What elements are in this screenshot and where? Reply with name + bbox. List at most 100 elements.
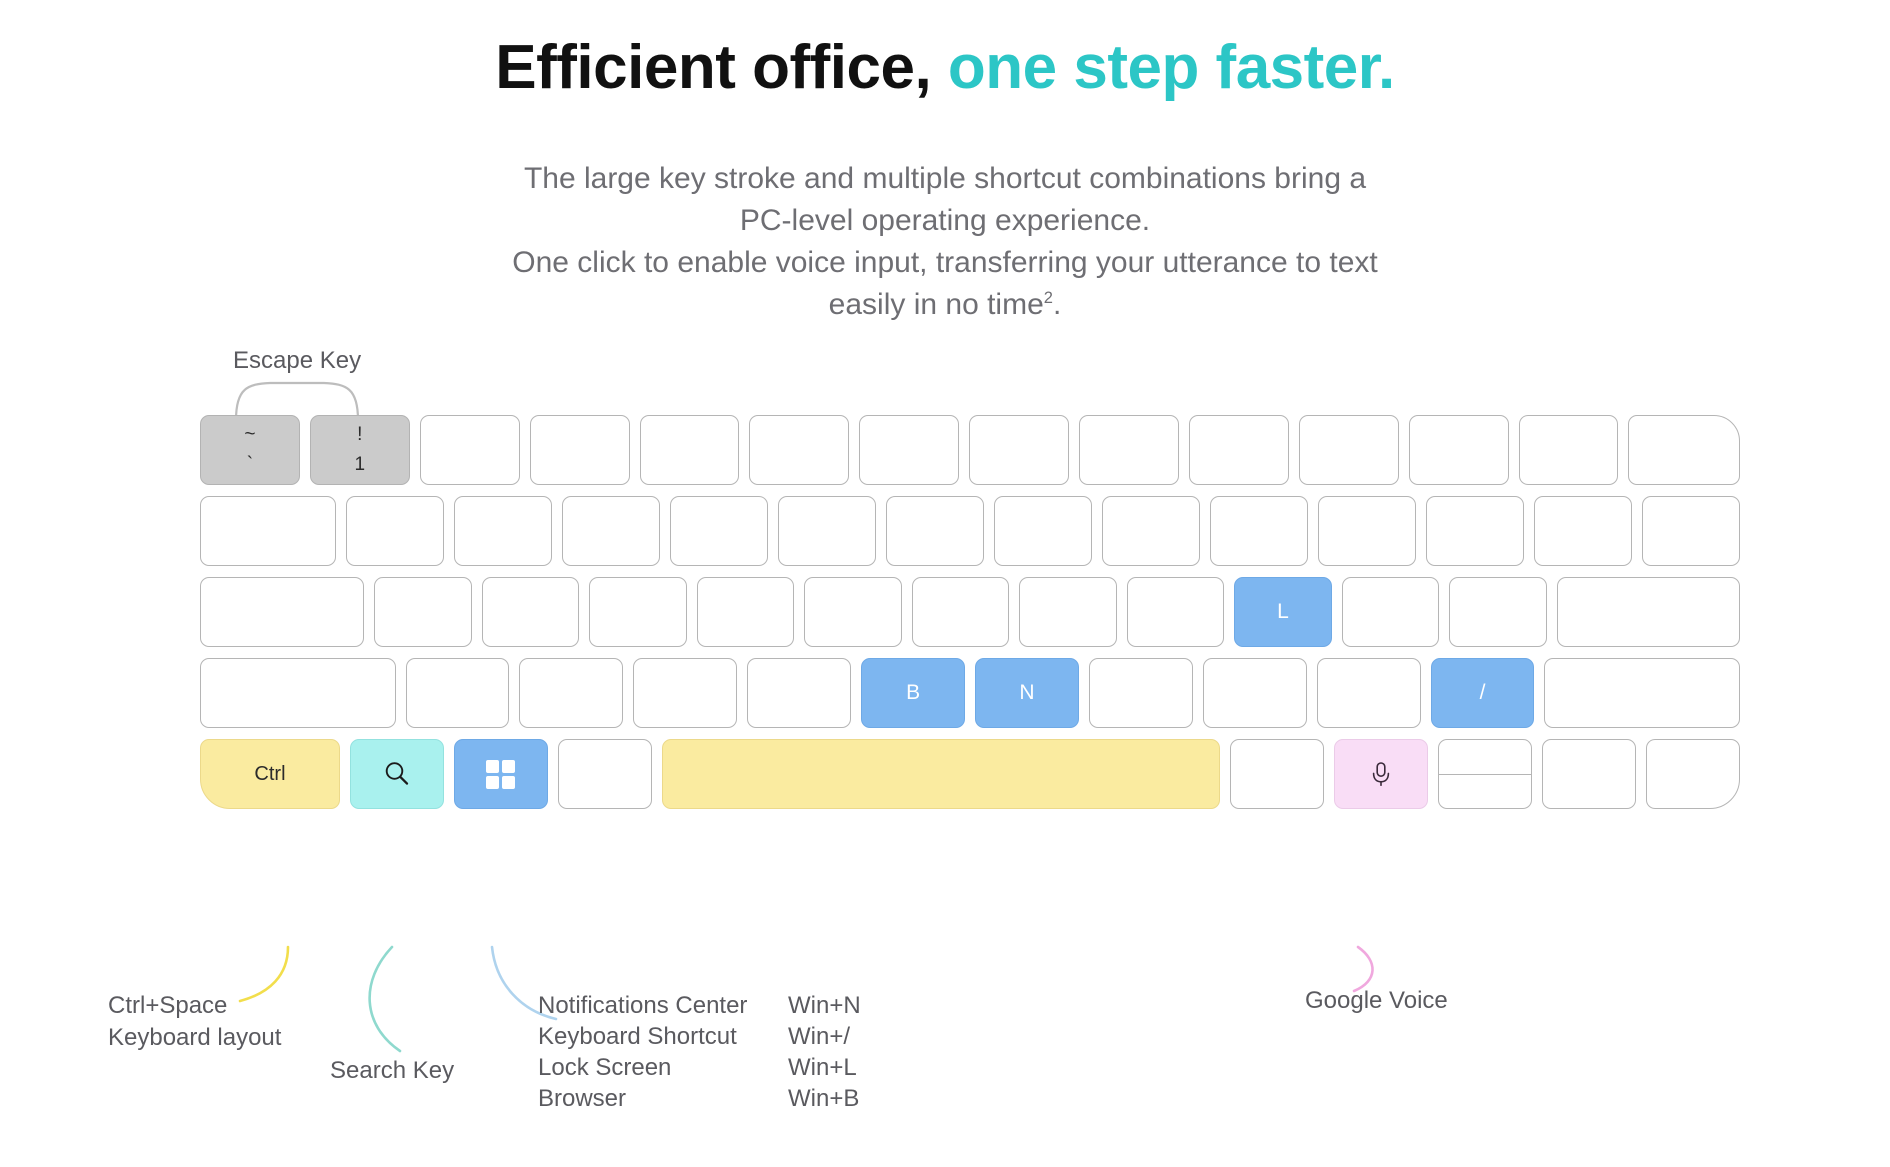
key-tilde[interactable]: ~ ` — [200, 415, 300, 485]
subtitle-line-4-period: . — [1052, 288, 1062, 321]
key-n[interactable]: N — [975, 658, 1079, 728]
key-1[interactable]: ! 1 — [309, 415, 410, 485]
key-0[interactable] — [1298, 415, 1399, 485]
key-q[interactable] — [346, 496, 445, 566]
key-tab[interactable] — [200, 496, 337, 566]
subtitle-line-2: PC-level operating experience. — [739, 204, 1151, 237]
grid-icon-cell — [486, 759, 500, 773]
key-4[interactable] — [639, 415, 740, 485]
connector-search — [368, 945, 402, 1053]
key-alt-left[interactable] — [557, 739, 652, 809]
annotation-search-key: Search Key — [330, 1057, 455, 1084]
key-backspace[interactable] — [1628, 415, 1740, 485]
key-8[interactable] — [1079, 415, 1179, 485]
keyboard-row-4: B N / — [200, 658, 1741, 728]
key-y[interactable] — [886, 496, 985, 566]
key-i[interactable] — [1102, 496, 1201, 566]
subtitle-line-1: The large key stroke and multiple shortc… — [523, 162, 1367, 195]
shortcut-name: Browser — [538, 1085, 627, 1112]
key-tilde-shifted: ~ — [244, 424, 256, 446]
key-x[interactable] — [519, 658, 624, 728]
key-period[interactable] — [1316, 658, 1421, 728]
key-6[interactable] — [859, 415, 960, 485]
key-w[interactable] — [454, 496, 553, 566]
key-3[interactable] — [529, 415, 630, 485]
shortcut-combo: Win+/ — [788, 1023, 851, 1050]
key-a[interactable] — [374, 577, 472, 647]
key-2[interactable] — [419, 415, 520, 485]
page-title-accent: one step faster. — [947, 33, 1395, 102]
key-v[interactable] — [747, 658, 852, 728]
key-o[interactable] — [1210, 496, 1309, 566]
key-backslash[interactable] — [1641, 496, 1740, 566]
key-search[interactable] — [349, 739, 444, 809]
key-shift-left[interactable] — [200, 658, 396, 728]
key-bracket-right[interactable] — [1534, 496, 1632, 566]
annotation-escape-key: Escape Key — [233, 347, 362, 374]
key-equal[interactable] — [1518, 415, 1619, 485]
key-r[interactable] — [670, 496, 769, 566]
key-alt-right[interactable] — [1230, 739, 1325, 809]
keyboard-row-1: ~ ` ! 1 — [200, 415, 1740, 485]
arrow-down-half[interactable] — [1439, 775, 1531, 809]
key-s[interactable] — [481, 577, 580, 647]
key-bracket-left[interactable] — [1426, 496, 1525, 566]
key-k[interactable] — [1126, 577, 1225, 647]
key-ctrl[interactable]: Ctrl — [200, 739, 340, 809]
grid-icon-cell — [502, 759, 516, 773]
key-5[interactable] — [749, 415, 850, 485]
key-shift-right[interactable] — [1544, 658, 1741, 728]
keyboard-row-3: L — [200, 577, 1741, 647]
subtitle-line-4-text: easily in no time — [828, 288, 1044, 321]
shortcut-name: Lock Screen — [538, 1054, 672, 1081]
key-arrow-left[interactable] — [1542, 739, 1637, 809]
key-b[interactable]: B — [861, 658, 966, 728]
key-tilde-legend: ~ ` — [244, 423, 255, 477]
key-7[interactable] — [969, 415, 1069, 485]
key-1-base: 1 — [354, 454, 366, 475]
key-c[interactable] — [633, 658, 738, 728]
key-m[interactable] — [1088, 658, 1193, 728]
search-icon — [382, 759, 412, 789]
key-u[interactable] — [994, 496, 1093, 566]
key-minus[interactable] — [1408, 415, 1509, 485]
key-j[interactable] — [1019, 577, 1117, 647]
page-root: Efficient office, one step faster. The l… — [0, 0, 1890, 1167]
arrow-up-half[interactable] — [1439, 740, 1531, 774]
key-space[interactable] — [661, 739, 1221, 809]
shortcut-combo: Win+N — [788, 992, 861, 1019]
key-t[interactable] — [778, 496, 877, 566]
shortcut-combo: Win+L — [788, 1054, 857, 1081]
key-d[interactable] — [589, 577, 687, 647]
key-p[interactable] — [1318, 496, 1417, 566]
key-enter[interactable] — [1556, 577, 1741, 647]
key-l[interactable]: L — [1234, 577, 1332, 647]
key-h[interactable] — [911, 577, 1010, 647]
key-quote[interactable] — [1449, 577, 1547, 647]
key-arrow-updown[interactable] — [1438, 739, 1533, 809]
subtitle-line-4: easily in no time2. — [0, 284, 1890, 326]
key-f[interactable] — [696, 577, 795, 647]
annotation-google-voice: Google Voice — [1305, 987, 1448, 1014]
key-voice[interactable] — [1334, 739, 1429, 809]
grid-icon-cell — [502, 775, 516, 789]
key-9[interactable] — [1188, 415, 1289, 485]
key-launcher[interactable] — [453, 739, 548, 809]
keyboard-row-5: Ctrl — [200, 739, 1741, 809]
key-z[interactable] — [405, 658, 510, 728]
key-arrow-right[interactable] — [1646, 739, 1741, 809]
key-semicolon[interactable] — [1341, 577, 1440, 647]
shortcut-list: Notifications Center Win+N Keyboard Shor… — [538, 990, 861, 1114]
keyboard: ~ ` ! 1 L B N / Ctrl — [200, 415, 1741, 820]
keyboard-row-2 — [200, 496, 1740, 566]
footnote-marker: 2 — [1043, 289, 1053, 307]
key-comma[interactable] — [1202, 658, 1307, 728]
page-title: Efficient office, one step faster. — [0, 32, 1890, 103]
key-capslock[interactable] — [200, 577, 365, 647]
page-subtitle: The large key stroke and multiple shortc… — [0, 158, 1890, 326]
shortcut-name: Keyboard Shortcut — [538, 1023, 737, 1050]
key-e[interactable] — [562, 496, 661, 566]
key-slash[interactable]: / — [1430, 658, 1535, 728]
key-g[interactable] — [804, 577, 902, 647]
shortcut-name: Notifications Center — [538, 992, 748, 1019]
